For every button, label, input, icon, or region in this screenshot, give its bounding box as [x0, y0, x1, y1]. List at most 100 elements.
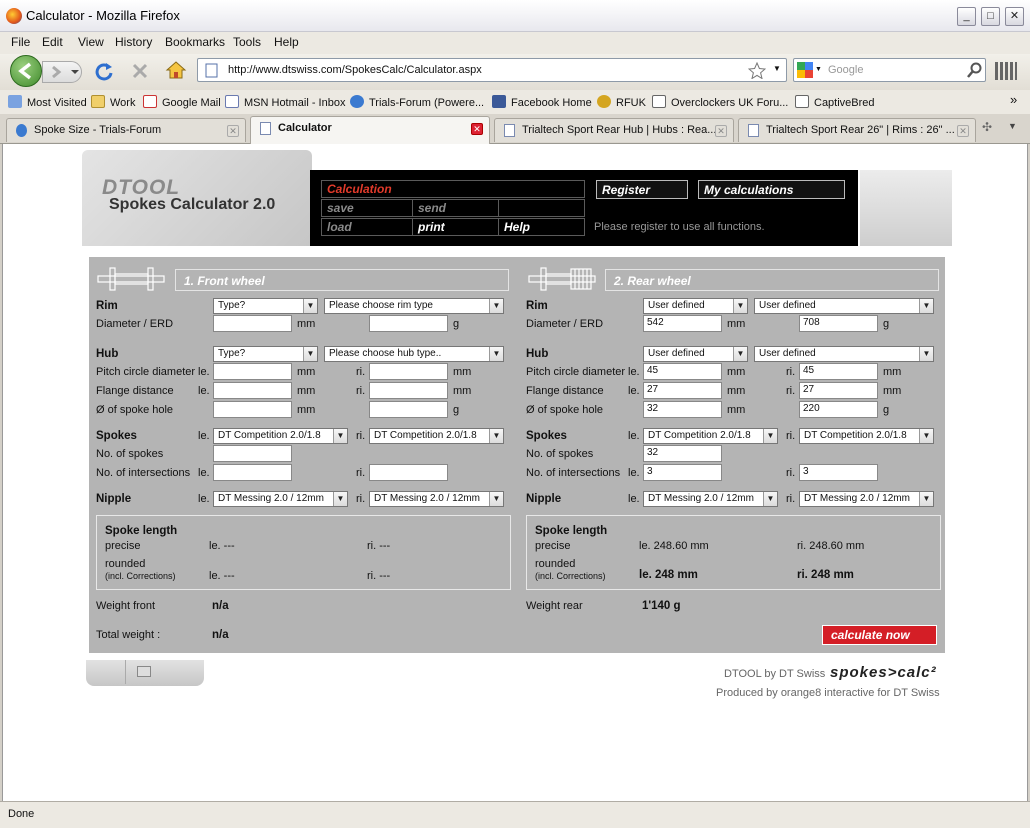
front-rim-choice-select[interactable]: Please choose rim type ▼: [324, 298, 504, 314]
menu-edit[interactable]: Edit: [42, 35, 63, 49]
tab-close-icon[interactable]: ✕: [957, 125, 969, 137]
bookmark-google-mail[interactable]: Google Mail: [143, 95, 221, 109]
google-engine-icon[interactable]: [797, 62, 813, 78]
menu-bookmarks[interactable]: Bookmarks: [165, 35, 225, 49]
tab-close-icon[interactable]: ✕: [715, 125, 727, 137]
rear-spoke-left-select[interactable]: DT Competition 2.0/1.8 ▼: [643, 428, 778, 444]
tab-list-dropdown-icon[interactable]: ▼: [1008, 121, 1017, 131]
back-button[interactable]: [10, 55, 42, 87]
tab-close-icon[interactable]: ✕: [471, 123, 483, 135]
register-button[interactable]: Register: [596, 180, 688, 199]
send-button[interactable]: send: [412, 199, 499, 217]
front-hole-input[interactable]: [213, 401, 292, 418]
help-button[interactable]: Help: [498, 218, 585, 236]
front-flange-left-input[interactable]: [213, 382, 292, 399]
bookmark-overclockers[interactable]: Overclockers UK Foru...: [652, 95, 788, 109]
rear-hole-input[interactable]: 32: [643, 401, 722, 418]
rear-rim-weight-input[interactable]: 708: [799, 315, 878, 332]
tab-calculation[interactable]: Calculation: [321, 180, 585, 198]
rear-rim-choice-select[interactable]: User defined ▼: [754, 298, 934, 314]
rear-flange-left-input[interactable]: 27: [643, 382, 722, 399]
menu-view[interactable]: View: [78, 35, 104, 49]
front-cross-right-input[interactable]: [369, 464, 448, 481]
front-flange-label: Flange distance: [96, 385, 174, 397]
menu-tools[interactable]: Tools: [233, 35, 261, 49]
search-icon[interactable]: [966, 62, 983, 79]
bookmark-most-visited[interactable]: Most Visited: [8, 95, 87, 109]
printer-icon[interactable]: [137, 666, 151, 677]
menu-help[interactable]: Help: [274, 35, 299, 49]
rear-cross-left-input[interactable]: 3: [643, 464, 722, 481]
tab-calculator[interactable]: Calculator ✕: [250, 116, 490, 144]
apps-grid-icon[interactable]: [995, 62, 1017, 80]
minimize-button[interactable]: _: [957, 7, 976, 26]
tab-spoke-size[interactable]: Spoke Size - Trials-Forum ✕: [6, 118, 246, 142]
bookmark-msn-hotmail[interactable]: MSN Hotmail - Inbox: [225, 95, 345, 109]
rear-pcd-right-input[interactable]: 45: [799, 363, 878, 380]
front-rim-weight-input[interactable]: [369, 315, 448, 332]
menu-file[interactable]: File: [11, 35, 30, 49]
bookmark-work[interactable]: Work: [91, 95, 135, 109]
load-button[interactable]: load: [321, 218, 413, 236]
rear-num-spokes-input[interactable]: 32: [643, 445, 722, 462]
bookmark-star-icon[interactable]: [748, 62, 766, 79]
front-pcd-left-input[interactable]: [213, 363, 292, 380]
rear-nipple-left-select[interactable]: DT Messing 2.0 / 12mm ▼: [643, 491, 778, 507]
maximize-button[interactable]: □: [981, 7, 1000, 26]
bookmark-trials-forum[interactable]: Trials-Forum (Powere...: [350, 95, 484, 109]
rear-diameter-input[interactable]: 542: [643, 315, 722, 332]
close-window-button[interactable]: ✕: [1005, 7, 1024, 26]
rear-spoke-right-select[interactable]: DT Competition 2.0/1.8 ▼: [799, 428, 934, 444]
bookmark-rfuk[interactable]: RFUK: [597, 95, 646, 109]
stop-icon[interactable]: [131, 62, 149, 80]
front-num-spokes-input[interactable]: [213, 445, 292, 462]
rear-hub-type-select[interactable]: User defined ▼: [643, 346, 748, 362]
menu-history[interactable]: History: [115, 35, 152, 49]
front-spoke-left-select[interactable]: DT Competition 2.0/1.8 ▼: [213, 428, 348, 444]
total-weight-label: Total weight :: [96, 629, 161, 641]
bookmark-captivebred[interactable]: CaptiveBred: [795, 95, 875, 109]
rear-pcd-left-input[interactable]: 45: [643, 363, 722, 380]
rear-nipple-right-select[interactable]: DT Messing 2.0 / 12mm ▼: [799, 491, 934, 507]
rear-flange-right-input[interactable]: 27: [799, 382, 878, 399]
front-diameter-input[interactable]: [213, 315, 292, 332]
tab-close-icon[interactable]: ✕: [227, 125, 239, 137]
forward-button[interactable]: [42, 61, 82, 83]
rear-spokes-label: Spokes: [526, 430, 567, 442]
tab-scroll-icon[interactable]: ✣: [982, 120, 992, 134]
front-flange-right-input[interactable]: [369, 382, 448, 399]
front-nipple-left-select[interactable]: DT Messing 2.0 / 12mm ▼: [213, 491, 348, 507]
rear-hub-weight-input[interactable]: 220: [799, 401, 878, 418]
front-hub-choice-select[interactable]: Please choose hub type.. ▼: [324, 346, 504, 362]
front-pcd-right-input[interactable]: [369, 363, 448, 380]
front-hub-weight-input[interactable]: [369, 401, 448, 418]
front-nipple-right-select[interactable]: DT Messing 2.0 / 12mm ▼: [369, 491, 504, 507]
url-dropdown-icon[interactable]: ▼: [773, 64, 781, 73]
home-icon[interactable]: [165, 60, 187, 80]
reload-icon[interactable]: [94, 61, 114, 81]
unit-g: g: [453, 318, 460, 330]
right-label: ri.: [786, 366, 796, 378]
bookmarks-more-chevron-icon[interactable]: »: [1010, 92, 1017, 107]
front-hub-type-select[interactable]: Type? ▼: [213, 346, 318, 362]
tab-trialtech-rim[interactable]: Trialtech Sport Rear 26" | Rims : 26" ..…: [738, 118, 976, 142]
calculate-now-button[interactable]: calculate now: [822, 625, 937, 645]
rear-hub-choice-select[interactable]: User defined ▼: [754, 346, 934, 362]
tab-trialtech-hub[interactable]: Trialtech Sport Rear Hub | Hubs : Rea...…: [494, 118, 734, 142]
save-button[interactable]: save: [321, 199, 413, 217]
search-box[interactable]: ▼ Google: [793, 58, 986, 82]
url-bar[interactable]: http://www.dtswiss.com/SpokesCalc/Calcul…: [197, 58, 787, 82]
rear-cross-right-input[interactable]: 3: [799, 464, 878, 481]
gear-icon: [350, 95, 364, 108]
front-rim-type-select[interactable]: Type? ▼: [213, 298, 318, 314]
front-hub-icon: [97, 267, 165, 291]
rear-rim-type-select[interactable]: User defined ▼: [643, 298, 748, 314]
front-cross-left-input[interactable]: [213, 464, 292, 481]
engine-dropdown-icon[interactable]: ▼: [815, 66, 822, 73]
bookmark-facebook[interactable]: Facebook Home: [492, 95, 592, 109]
front-spoke-right-select[interactable]: DT Competition 2.0/1.8 ▼: [369, 428, 504, 444]
print-button[interactable]: print: [412, 218, 499, 236]
my-calculations-button[interactable]: My calculations: [698, 180, 845, 199]
unit-mm: mm: [883, 385, 902, 397]
right-label: ri.: [356, 430, 366, 442]
